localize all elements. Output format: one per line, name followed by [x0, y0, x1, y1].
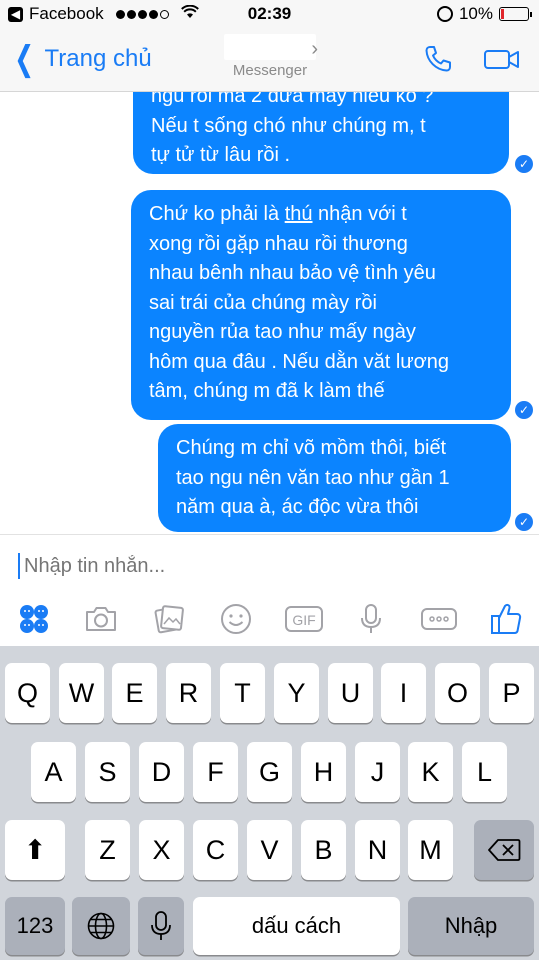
key-o[interactable]: O [435, 663, 480, 723]
space-key[interactable]: dấu cách [193, 897, 400, 955]
key-q[interactable]: Q [5, 663, 50, 723]
key-h[interactable]: H [301, 742, 346, 802]
message-input-row [18, 553, 324, 579]
key-d[interactable]: D [139, 742, 184, 802]
delete-key[interactable] [474, 820, 534, 880]
key-g[interactable]: G [247, 742, 292, 802]
message-bubble[interactable]: Chứ ko phải là thú nhận với t xong rồi g… [131, 190, 511, 420]
key-r[interactable]: R [166, 663, 211, 723]
key-j[interactable]: J [355, 742, 400, 802]
seen-check-icon: ✓ [515, 513, 533, 531]
header-actions [423, 44, 521, 79]
composer-toolbar: GIF [14, 599, 526, 639]
chevron-left-icon: ❮ [14, 40, 35, 78]
message-input[interactable] [24, 554, 324, 578]
shift-key[interactable]: ⬆ [5, 820, 65, 880]
key-i[interactable]: I [381, 663, 426, 723]
gif-icon[interactable]: GIF [284, 599, 324, 639]
key-b[interactable]: B [301, 820, 346, 880]
gif-label: GIF [292, 612, 315, 628]
text-cursor [18, 553, 20, 579]
rotation-lock-icon [436, 6, 453, 22]
status-bar: ◀ Facebook 02:39 10% [0, 0, 539, 30]
camera-icon[interactable] [81, 599, 121, 639]
seen-check-icon: ✓ [515, 155, 533, 173]
key-e[interactable]: E [112, 663, 157, 723]
stickers-icon[interactable] [14, 599, 54, 639]
contact-subtitle: Messenger [232, 62, 308, 79]
gallery-icon[interactable] [149, 599, 189, 639]
key-v[interactable]: V [247, 820, 292, 880]
phone-icon[interactable] [423, 44, 453, 79]
key-f[interactable]: F [193, 742, 238, 802]
key-c[interactable]: C [193, 820, 238, 880]
numbers-key[interactable]: 123 [5, 897, 65, 955]
key-n[interactable]: N [355, 820, 400, 880]
video-camera-icon[interactable] [483, 44, 521, 79]
back-button[interactable]: ❮ Trang chủ [10, 40, 152, 78]
conversation-header: ❮ Trang chủ › Messenger [0, 30, 539, 92]
backspace-icon [488, 839, 521, 861]
message-text: Chứ ko phải là [149, 203, 285, 225]
message-bubble[interactable]: ngu rồi mà 2 đứa mày hiểu ko ? Nếu t sốn… [133, 92, 509, 174]
message-text-underlined: thú [284, 203, 313, 225]
contact-title[interactable]: › Messenger [200, 34, 340, 79]
return-key[interactable]: Nhập [408, 897, 534, 955]
battery-icon [499, 7, 532, 21]
key-p[interactable]: P [489, 663, 534, 723]
globe-icon [87, 912, 115, 940]
status-right: 10% [436, 4, 532, 24]
key-t[interactable]: T [220, 663, 265, 723]
key-m[interactable]: M [408, 820, 453, 880]
message-bubble[interactable]: Chúng m chỉ võ mồm thôi, biết tao ngu nê… [158, 424, 511, 532]
key-w[interactable]: W [59, 663, 104, 723]
message-text: nhận với t xong rồi gặp nhau rồi thương … [149, 203, 450, 402]
microphone-icon [151, 911, 171, 940]
emoji-icon[interactable] [216, 599, 256, 639]
dictation-key[interactable] [138, 897, 184, 955]
message-composer: GIF [0, 534, 539, 646]
more-icon[interactable] [419, 599, 459, 639]
key-u[interactable]: U [328, 663, 373, 723]
contact-name-redacted [224, 34, 316, 60]
key-k[interactable]: K [408, 742, 453, 802]
globe-key[interactable] [72, 897, 130, 955]
key-s[interactable]: S [85, 742, 130, 802]
key-a[interactable]: A [31, 742, 76, 802]
battery-level [501, 9, 504, 19]
seen-check-icon: ✓ [515, 401, 533, 419]
message-list[interactable]: ngu rồi mà 2 đứa mày hiểu ko ? Nếu t sốn… [0, 92, 539, 534]
key-z[interactable]: Z [85, 820, 130, 880]
key-x[interactable]: X [139, 820, 184, 880]
keyboard: Q W E R T Y U I O P A S D F G H J K L ⬆ … [0, 646, 539, 960]
back-button-label: Trang chủ [44, 45, 152, 72]
key-y[interactable]: Y [274, 663, 319, 723]
chevron-right-icon: › [311, 38, 318, 60]
microphone-icon[interactable] [351, 599, 391, 639]
key-l[interactable]: L [462, 742, 507, 802]
battery-percent: 10% [458, 4, 493, 23]
like-icon[interactable] [486, 599, 526, 639]
